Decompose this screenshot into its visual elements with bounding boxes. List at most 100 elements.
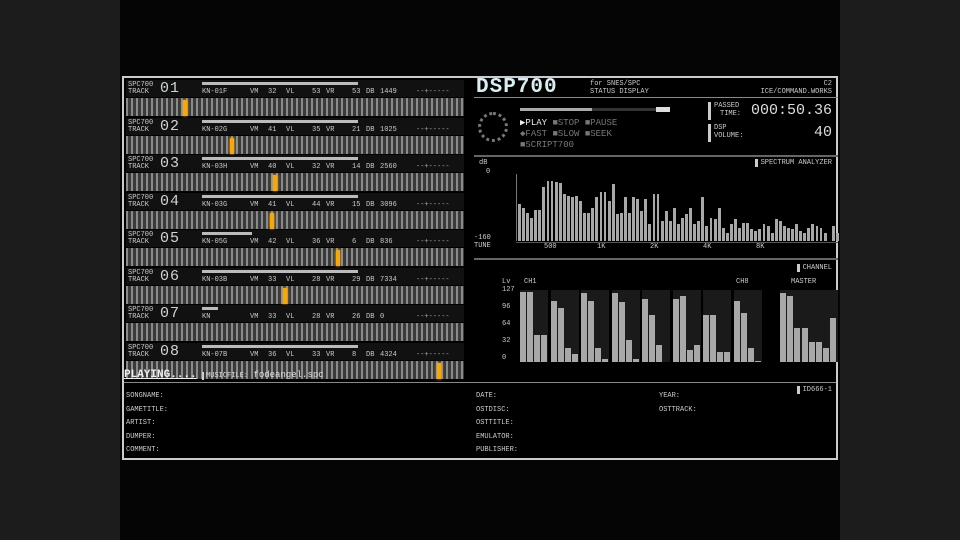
spectrum-bar xyxy=(619,212,623,241)
keyboard xyxy=(126,98,464,116)
pan-indicator: --+----- xyxy=(416,200,450,209)
spectrum-bar xyxy=(713,219,717,241)
channel-level-bar xyxy=(747,347,754,362)
channel-volume-bar xyxy=(202,119,358,123)
channel-volume-bar xyxy=(202,307,218,310)
spectrum-xaxis: 500 1K 2K 4K 8K xyxy=(516,242,838,251)
vr-value: 21 xyxy=(352,125,361,134)
vl-value: 35 xyxy=(312,125,321,134)
channel-level-bar xyxy=(642,299,648,362)
vr-value: 8 xyxy=(352,350,357,359)
stop-button[interactable]: ■STOP xyxy=(552,118,579,128)
divider xyxy=(474,97,838,98)
vr-value: 26 xyxy=(352,313,361,321)
channel-level-bar xyxy=(611,293,618,362)
info-field-label: EMULATOR: xyxy=(476,432,514,441)
channel-level-bar xyxy=(672,299,679,362)
script700-button[interactable]: ■SCRIPT700 xyxy=(520,140,574,150)
spectrum-bar xyxy=(782,225,786,241)
channel-level-bar xyxy=(710,314,716,362)
spectrum-bar xyxy=(518,204,521,241)
spectrum-bar xyxy=(774,219,778,241)
vm-label: VM xyxy=(250,88,259,96)
channel-level-bar xyxy=(618,302,625,362)
keyboard xyxy=(126,210,464,229)
active-key-marker xyxy=(182,100,187,116)
pause-button[interactable]: ■PAUSE xyxy=(585,118,617,128)
spectrum-bar xyxy=(778,220,782,241)
kn-value: KN-07B xyxy=(202,350,228,359)
play-button[interactable]: ▶PLAY xyxy=(520,118,547,128)
volume-value: 40 xyxy=(813,124,832,141)
vm-value: 33 xyxy=(268,313,277,321)
db-value: 7334 xyxy=(380,275,397,284)
seek-bar[interactable] xyxy=(520,107,670,112)
kn-value: KN-03G xyxy=(202,200,228,209)
spectrum-bar xyxy=(799,230,803,241)
channel-level-bar xyxy=(564,347,571,362)
vr-label: VR xyxy=(326,200,335,209)
kn-value: KN-03B xyxy=(202,275,228,284)
pan-indicator: --+----- xyxy=(416,163,450,171)
level-ylabel: Lv xyxy=(502,278,511,286)
vr-label: VR xyxy=(326,163,335,171)
file-label: MUSICFILE: xyxy=(202,372,249,380)
spectrum-bar xyxy=(640,210,644,241)
slow-button[interactable]: ■SLOW xyxy=(552,129,579,139)
spectrum-bar xyxy=(689,207,693,241)
spectrum-xtick: 4K xyxy=(703,243,712,251)
vm-label: VM xyxy=(250,238,259,246)
db-label: DB xyxy=(366,163,375,171)
info-field-label: ARTIST: xyxy=(126,419,156,427)
spectrum-bar xyxy=(623,196,627,241)
vm-value: 42 xyxy=(268,238,277,246)
vm-value: 36 xyxy=(268,350,277,359)
divider xyxy=(124,382,836,383)
spectrum-bar xyxy=(628,212,631,241)
spectrum-bar xyxy=(803,232,807,241)
fast-button[interactable]: ◆FAST xyxy=(520,129,547,139)
pan-indicator: --+----- xyxy=(416,350,450,359)
spectrum-bar xyxy=(762,224,766,241)
volume-label: DSP VOLUME: xyxy=(714,124,744,140)
credit-label: ICE/COMMAND.WORKS xyxy=(760,88,832,96)
spectrum-bar xyxy=(819,227,823,241)
channel-level-bar xyxy=(527,291,533,362)
seek-button[interactable]: ■SEEK xyxy=(585,129,612,139)
master-level-bar xyxy=(823,347,830,362)
logo: DSP700 xyxy=(476,76,558,99)
channel-title: CHANNEL xyxy=(796,264,832,272)
spectrum-bar xyxy=(672,207,676,241)
level-ytick: 32 xyxy=(502,337,511,345)
spectrum-bar xyxy=(668,220,672,241)
channel-level-chart xyxy=(520,290,838,362)
db-value: 2560 xyxy=(380,163,397,171)
spectrum-bar xyxy=(595,197,599,241)
channel-level-bar xyxy=(571,354,578,362)
pan-indicator: --+----- xyxy=(416,238,450,246)
channel-level-bar xyxy=(550,300,557,362)
info-field-label: YEAR: xyxy=(659,392,681,400)
channel-level-bar xyxy=(625,340,632,362)
channel-level-bar xyxy=(754,360,761,362)
track-label: TRACK xyxy=(128,125,150,134)
spectrum-bar xyxy=(550,180,554,241)
vr-label: VR xyxy=(326,125,335,134)
active-key-marker xyxy=(229,137,234,154)
db-value: 1449 xyxy=(380,88,397,96)
db-label: DB xyxy=(366,238,375,246)
play-state: PLAYING.... xyxy=(124,369,197,381)
channel-level-bar xyxy=(588,300,594,362)
vr-label: VR xyxy=(326,238,335,246)
channel-volume-bar xyxy=(202,232,252,235)
master-level-bar xyxy=(816,342,822,362)
level-ytick: 127 xyxy=(502,286,515,294)
channel-level-bar xyxy=(534,334,540,362)
level-yaxis: 127 96 64 32 0 xyxy=(502,286,520,362)
subtitle-1: for SNES/SPC xyxy=(590,80,641,88)
active-key-marker xyxy=(269,212,274,229)
channel-level-bar xyxy=(602,358,608,362)
vm-label: VM xyxy=(250,163,259,171)
info-field-label: OSTTRACK: xyxy=(659,405,697,414)
kn-value: KN-05G xyxy=(202,238,228,246)
